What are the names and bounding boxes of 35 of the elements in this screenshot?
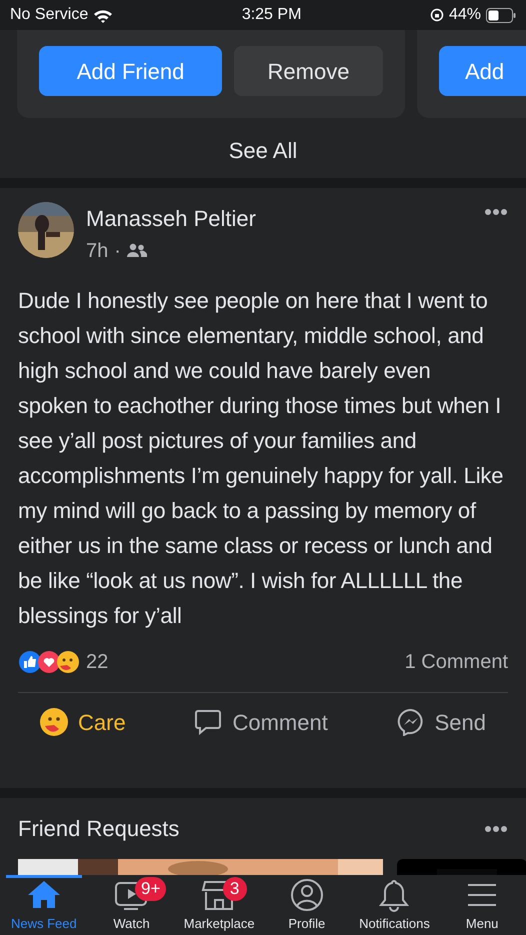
tab-button[interactable]: Marketplace 3 — [175, 875, 263, 935]
care-button[interactable]: Care — [40, 706, 126, 738]
messenger-icon — [396, 708, 425, 736]
author-name[interactable]: Manasseh Peltier — [86, 206, 472, 232]
tab-button[interactable]: Menu — [438, 875, 526, 935]
battery-icon — [486, 8, 516, 22]
more-icon — [484, 208, 508, 216]
wifi-icon — [93, 8, 114, 22]
tab-button[interactable]: Watch 9+ — [88, 875, 176, 935]
profile-icon — [288, 878, 325, 912]
post-time: 7h — [86, 239, 108, 264]
notification-badge: 3 — [222, 877, 247, 901]
section-title: Friend Requests — [18, 815, 180, 843]
more-icon — [484, 824, 508, 832]
tab-button[interactable]: Profile — [262, 875, 351, 935]
notification-badge: 9+ — [134, 877, 166, 901]
comment-count[interactable]: 1 Comment — [404, 647, 508, 677]
care-emoji-icon — [40, 708, 68, 736]
post-text: Dude I honestly see people on here that I went to school with since elementary, middle school, and high school and we could have barely even spoken to eachother during those times but when I see y’all post pictures of your families and accomplishments I’m genuinely happy for yall. Like my mind will go back to a passing by memory of either us in the same class or recess or lunch and be like “look at us now”. I wish for ALLLLLL the blessings for y’all — [18, 287, 504, 630]
separator-dot: · — [114, 239, 121, 264]
battery-text: 44% — [448, 5, 481, 25]
speech-bubble-icon — [194, 708, 222, 736]
see-all-link[interactable]: See All — [228, 134, 298, 167]
remove-button[interactable]: Remove — [234, 46, 383, 96]
rotation-lock-icon — [430, 8, 444, 22]
clock-text: 3:25 PM — [242, 5, 302, 25]
carrier-text: No Service — [10, 5, 88, 25]
comment-button[interactable]: Comment — [194, 706, 328, 738]
friends-icon — [126, 243, 147, 259]
more-options-button[interactable] — [484, 824, 508, 832]
tab-button[interactable]: Notifications — [350, 875, 438, 935]
send-button[interactable]: Send — [396, 706, 486, 738]
reaction-count[interactable]: 22 — [86, 647, 108, 677]
reactions-icon — [18, 650, 80, 674]
tab-button[interactable]: News Feed — [0, 875, 88, 935]
